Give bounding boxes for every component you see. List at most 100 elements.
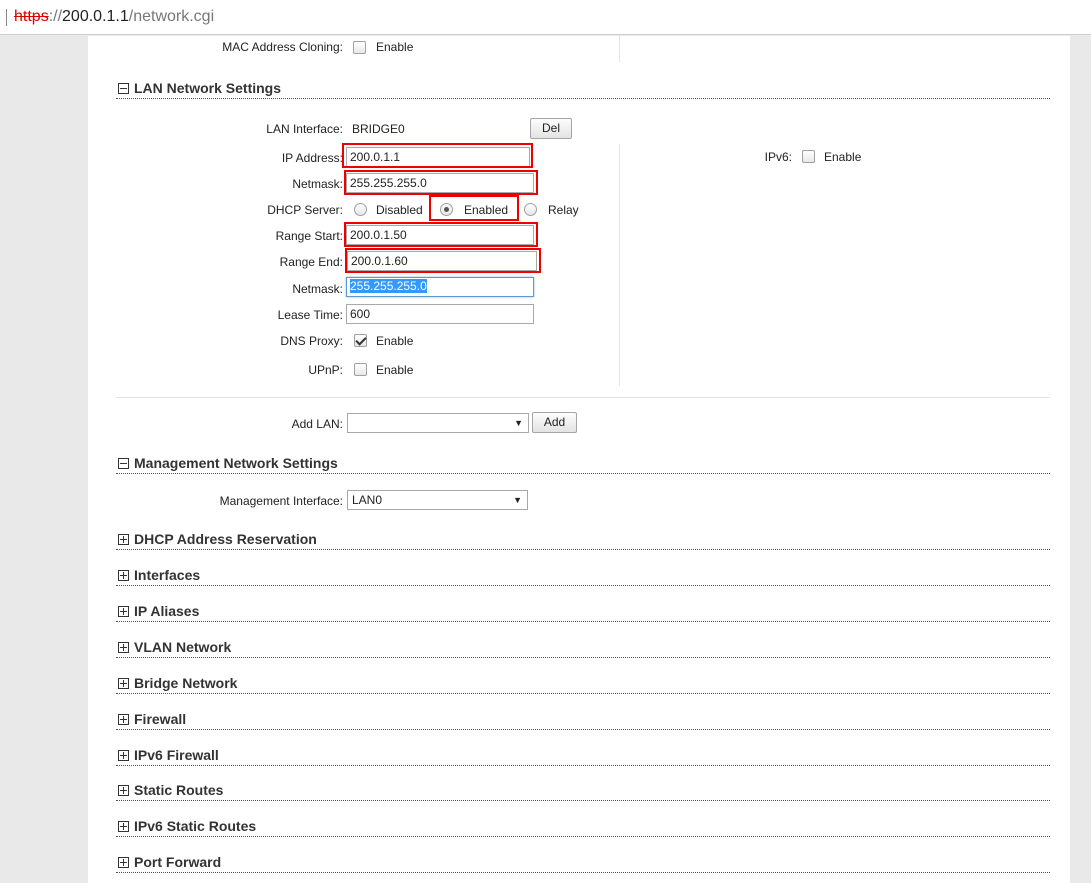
section-title: DHCP Address Reservation	[134, 531, 317, 547]
section-title: Static Routes	[134, 782, 224, 798]
section-firewall[interactable]: Firewall	[118, 711, 186, 727]
collapse-icon[interactable]	[118, 458, 129, 469]
section-title: IPv6 Static Routes	[134, 818, 257, 834]
expand-icon[interactable]	[118, 570, 129, 581]
lan-block-divider	[116, 397, 1050, 398]
highlight-box-range-start	[344, 222, 538, 247]
section-vlan-network[interactable]: VLAN Network	[118, 639, 231, 655]
mgmt-interface-value: LAN0	[352, 493, 383, 507]
lan-section-header[interactable]: LAN Network Settings	[118, 80, 281, 96]
section-divider	[116, 836, 1050, 837]
dns-proxy-checkbox[interactable]	[354, 334, 367, 347]
section-title: Bridge Network	[134, 675, 238, 691]
range-start-label: Range Start:	[275, 229, 343, 243]
url-path: /network.cgi	[128, 8, 215, 25]
expand-icon[interactable]	[118, 606, 129, 617]
ipv6-label: IPv6:	[764, 150, 792, 164]
upnp-label: UPnP:	[308, 363, 343, 377]
mgmt-section-divider	[116, 473, 1050, 474]
address-bar[interactable]: https://200.0.1.1/network.cgi	[0, 0, 1091, 35]
highlight-box-dhcp-enabled	[429, 195, 519, 221]
section-title: Firewall	[134, 711, 187, 727]
mgmt-section-header[interactable]: Management Network Settings	[118, 455, 338, 471]
network-settings-page: MAC Address Cloning: Enable LAN Network …	[88, 36, 1070, 883]
section-bridge-network[interactable]: Bridge Network	[118, 675, 237, 691]
section-port-forward[interactable]: Port Forward	[118, 854, 221, 870]
ipv6-option: Enable	[824, 150, 862, 164]
expand-icon[interactable]	[118, 678, 129, 689]
lan-interface-value: BRIDGE0	[352, 122, 405, 136]
expand-icon[interactable]	[118, 714, 129, 725]
section-ip-aliases[interactable]: IP Aliases	[118, 603, 199, 619]
expand-icon[interactable]	[118, 642, 129, 653]
lease-time-label: Lease Time:	[277, 308, 343, 322]
lan-interface-label: LAN Interface:	[266, 122, 343, 136]
add-lan-button[interactable]: Add	[532, 412, 577, 433]
section-title: Interfaces	[134, 567, 201, 583]
dns-proxy-option: Enable	[376, 334, 414, 348]
dropdown-arrow-icon: ▼	[513, 495, 522, 505]
highlight-box-range-end	[345, 248, 541, 273]
dhcp-relay-radio[interactable]	[524, 203, 537, 216]
column-divider-top	[619, 36, 620, 62]
lan-section-title: LAN Network Settings	[134, 80, 282, 96]
column-divider	[619, 144, 620, 386]
section-divider	[116, 765, 1050, 766]
section-title: Port Forward	[134, 854, 222, 870]
collapse-icon[interactable]	[118, 83, 129, 94]
upnp-option: Enable	[376, 363, 414, 377]
expand-icon[interactable]	[118, 785, 129, 796]
section-interfaces[interactable]: Interfaces	[118, 567, 200, 583]
selected-text: 255.255.255.0	[350, 279, 427, 293]
dhcp-netmask-label: Netmask:	[292, 282, 343, 296]
section-dhcp-address-reservation[interactable]: DHCP Address Reservation	[118, 531, 317, 547]
expand-icon[interactable]	[118, 750, 129, 761]
section-divider	[116, 585, 1050, 586]
section-divider	[116, 549, 1050, 550]
url-scheme-insecure: https	[14, 8, 49, 25]
upnp-checkbox[interactable]	[354, 363, 367, 376]
section-title: IPv6 Firewall	[134, 747, 219, 763]
lan-section-divider	[116, 98, 1050, 99]
expand-icon[interactable]	[118, 857, 129, 868]
section-title: IP Aliases	[134, 603, 200, 619]
mac-cloning-label: MAC Address Cloning:	[222, 40, 343, 54]
dropdown-arrow-icon: ▼	[514, 418, 523, 428]
add-lan-select[interactable]: ▼	[347, 413, 529, 433]
del-lan-button[interactable]: Del	[530, 118, 572, 139]
ipv6-checkbox[interactable]	[802, 150, 815, 163]
mgmt-section-title: Management Network Settings	[134, 455, 338, 471]
highlight-box-ip	[342, 143, 533, 168]
section-divider	[116, 657, 1050, 658]
section-divider	[116, 729, 1050, 730]
url-separator: ://	[48, 8, 63, 25]
url-text[interactable]: https://200.0.1.1/network.cgi	[14, 8, 214, 26]
section-divider	[116, 800, 1050, 801]
section-divider	[116, 621, 1050, 622]
mgmt-interface-select[interactable]: LAN0 ▼	[347, 490, 528, 510]
add-lan-label: Add LAN:	[291, 417, 343, 431]
dns-proxy-label: DNS Proxy:	[280, 334, 343, 348]
expand-icon[interactable]	[118, 821, 129, 832]
dhcp-netmask-input[interactable]: 255.255.255.0	[346, 277, 534, 297]
mac-cloning-option: Enable	[376, 40, 414, 54]
dhcp-disabled-radio[interactable]	[354, 203, 367, 216]
section-ipv6-static-routes[interactable]: IPv6 Static Routes	[118, 818, 256, 834]
dhcp-disabled-label: Disabled	[376, 203, 423, 217]
section-static-routes[interactable]: Static Routes	[118, 782, 223, 798]
text-cursor	[6, 9, 7, 26]
section-divider	[116, 693, 1050, 694]
section-title: VLAN Network	[134, 639, 232, 655]
netmask-label: Netmask:	[292, 177, 343, 191]
dhcp-relay-label: Relay	[548, 203, 579, 217]
section-divider	[116, 872, 1050, 873]
expand-icon[interactable]	[118, 534, 129, 545]
range-end-label: Range End:	[279, 255, 343, 269]
ip-address-label: IP Address:	[281, 151, 343, 165]
lease-time-input[interactable]	[346, 304, 534, 324]
section-ipv6-firewall[interactable]: IPv6 Firewall	[118, 747, 219, 763]
mgmt-interface-label: Management Interface:	[219, 494, 343, 508]
mac-cloning-checkbox[interactable]	[353, 41, 366, 54]
highlight-box-netmask	[344, 170, 538, 195]
url-host: 200.0.1.1	[62, 8, 129, 25]
